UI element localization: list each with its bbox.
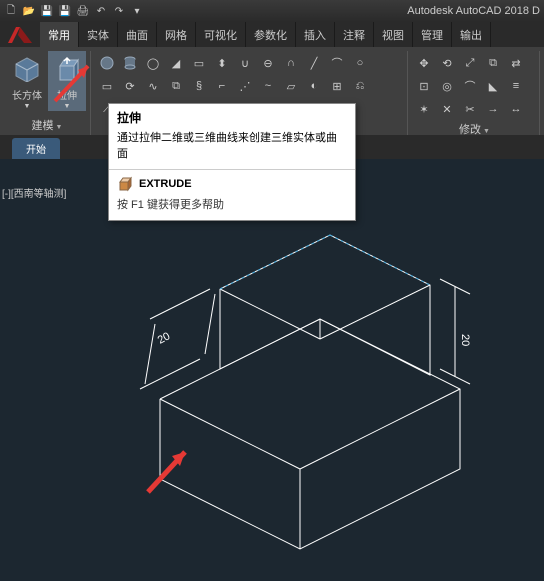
loft-icon[interactable]: ⧉ xyxy=(166,76,186,96)
app-title: Autodesk AutoCAD 2018 D xyxy=(407,5,540,17)
title-bar: 🗋 📂 💾 💾 🖨 ↶ ↷ ▾ Autodesk AutoCAD 2018 D xyxy=(0,0,544,22)
tooltip-desc: 通过拉伸二维或三维曲线来创建三维实体或曲面 xyxy=(109,129,355,170)
sphere-icon[interactable] xyxy=(97,53,117,73)
circle-icon[interactable]: ○ xyxy=(350,53,370,73)
tab-solid[interactable]: 实体 xyxy=(79,22,118,47)
tooltip-cmd: EXTRUDE xyxy=(139,178,192,190)
scale-icon[interactable]: ⤢ xyxy=(460,53,480,73)
explode-icon[interactable]: ✶ xyxy=(414,99,434,119)
tab-view[interactable]: 视图 xyxy=(374,22,413,47)
tooltip-help: 按 F1 键获得更多帮助 xyxy=(109,194,355,220)
redo-icon[interactable]: ↷ xyxy=(112,4,126,18)
drawing-canvas[interactable]: [-][西南等轴测] xyxy=(0,159,544,581)
region-icon[interactable]: ▱ xyxy=(281,76,301,96)
polysolid-icon[interactable]: ▭ xyxy=(189,53,209,73)
extend-icon[interactable]: → xyxy=(483,99,503,119)
doc-tab-start[interactable]: 开始 xyxy=(12,138,60,159)
tab-surface[interactable]: 曲面 xyxy=(118,22,157,47)
rect-icon[interactable]: ▭ xyxy=(97,76,117,96)
chamfer-icon[interactable]: ◣ xyxy=(483,76,503,96)
open-icon[interactable]: 📂 xyxy=(22,4,36,18)
menu-row: 常用 实体 曲面 网格 可视化 参数化 插入 注释 视图 管理 输出 xyxy=(0,22,544,47)
spline-icon[interactable]: ~ xyxy=(258,76,278,96)
new-icon[interactable]: 🗋 xyxy=(4,4,18,18)
union-icon[interactable]: ∪ xyxy=(235,53,255,73)
cylinder-icon[interactable] xyxy=(120,53,140,73)
dim-label-1: 20 xyxy=(156,330,172,346)
trim-icon[interactable]: ✂ xyxy=(460,99,480,119)
pline-icon[interactable]: ⌐ xyxy=(212,76,232,96)
box-icon xyxy=(11,53,43,85)
3dpoly-icon[interactable]: ⋰ xyxy=(235,76,255,96)
chevron-down-icon: ▼ xyxy=(24,103,31,110)
quick-access-toolbar: 🗋 📂 💾 💾 🖨 ↶ ↷ ▾ xyxy=(4,4,144,18)
annotation-arrow-1 xyxy=(50,56,100,106)
intersect-icon[interactable]: ∩ xyxy=(281,53,301,73)
rotate-icon[interactable]: ⟲ xyxy=(437,53,457,73)
tab-visualize[interactable]: 可视化 xyxy=(196,22,246,47)
tooltip-title: 拉伸 xyxy=(109,104,355,129)
panel-modify: ✥ ⟲ ⤢ ⧉ ⇄ ⊡ ◎ ⌒ ◣ ≡ ✶ ✕ ✂ → ↔ 修改▼ xyxy=(410,51,540,135)
tab-mesh[interactable]: 网格 xyxy=(157,22,196,47)
helix-icon[interactable]: § xyxy=(189,76,209,96)
model-drawing: 20 20 xyxy=(0,159,544,579)
annotation-arrow-2 xyxy=(140,440,200,500)
presspull-icon[interactable]: ⬍ xyxy=(212,53,232,73)
panel-title-modeling[interactable]: 建模▼ xyxy=(8,115,86,135)
align-icon[interactable]: ≡ xyxy=(506,76,526,96)
revolve-icon[interactable]: ⟳ xyxy=(120,76,140,96)
tooltip: 拉伸 通过拉伸二维或三维曲线来创建三维实体或曲面 EXTRUDE 按 F1 键获… xyxy=(108,103,356,221)
tab-output[interactable]: 输出 xyxy=(452,22,491,47)
offset-icon[interactable]: ◎ xyxy=(437,76,457,96)
array-icon[interactable]: ⊡ xyxy=(414,76,434,96)
smooth-icon[interactable]: ◐ xyxy=(304,76,324,96)
qat-dropdown-icon[interactable]: ▾ xyxy=(130,4,144,18)
line-icon[interactable]: ╱ xyxy=(304,53,324,73)
fillet-icon[interactable]: ⌒ xyxy=(460,76,480,96)
print-icon[interactable]: 🖨 xyxy=(76,4,90,18)
copy-icon[interactable]: ⧉ xyxy=(483,53,503,73)
arc-icon[interactable]: ⌒ xyxy=(327,53,347,73)
menu-tabs: 常用 实体 曲面 网格 可视化 参数化 插入 注释 视图 管理 输出 xyxy=(40,22,544,47)
mirror-icon[interactable]: ⇄ xyxy=(506,53,526,73)
extrude-cmd-icon xyxy=(117,176,133,192)
tab-manage[interactable]: 管理 xyxy=(413,22,452,47)
dim-label-2: 20 xyxy=(459,334,471,346)
box-label: 长方体 xyxy=(12,87,42,102)
box-button[interactable]: 长方体 ▼ xyxy=(8,51,46,111)
erase-icon[interactable]: ✕ xyxy=(437,99,457,119)
saveas-icon[interactable]: 💾 xyxy=(58,4,72,18)
mesh-icon[interactable]: ⊞ xyxy=(327,76,347,96)
sweep-icon[interactable]: ∿ xyxy=(143,76,163,96)
app-logo[interactable] xyxy=(0,22,40,47)
save-icon[interactable]: 💾 xyxy=(40,4,54,18)
tab-annotate[interactable]: 注释 xyxy=(335,22,374,47)
tooltip-cmd-row: EXTRUDE xyxy=(109,170,355,194)
panel-title-modify[interactable]: 修改▼ xyxy=(414,119,535,139)
tab-parametric[interactable]: 参数化 xyxy=(246,22,296,47)
extract-icon[interactable]: ⎌ xyxy=(350,76,370,96)
undo-icon[interactable]: ↶ xyxy=(94,4,108,18)
wedge-icon[interactable]: ◢ xyxy=(166,53,186,73)
tab-insert[interactable]: 插入 xyxy=(296,22,335,47)
torus-icon[interactable]: ◯ xyxy=(143,53,163,73)
tab-common[interactable]: 常用 xyxy=(40,22,79,47)
move-icon[interactable]: ✥ xyxy=(414,53,434,73)
subtract-icon[interactable]: ⊖ xyxy=(258,53,278,73)
stretch-icon[interactable]: ↔ xyxy=(506,99,526,119)
